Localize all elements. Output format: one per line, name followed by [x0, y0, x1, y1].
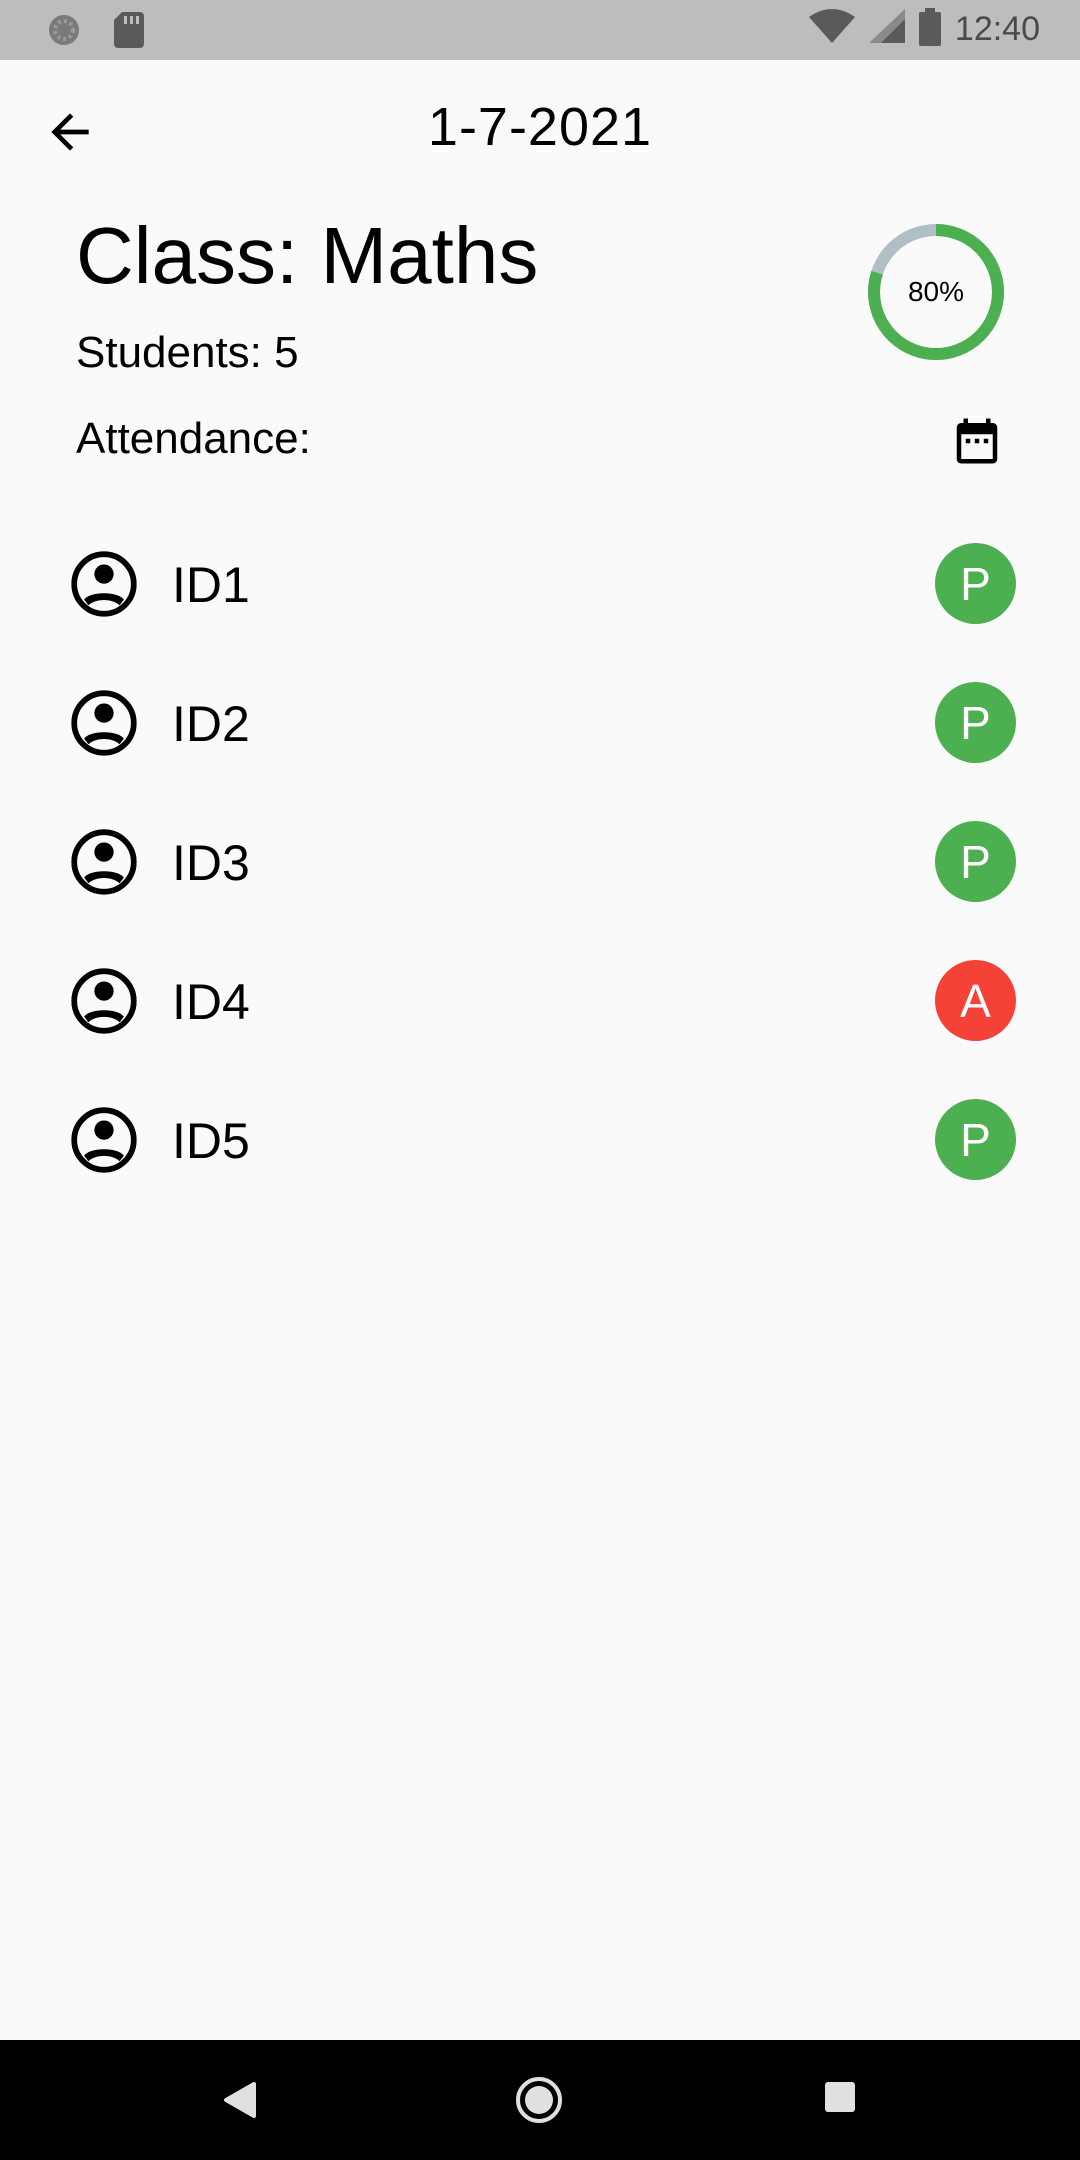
student-id: ID3 [172, 835, 250, 891]
students-count: Students: 5 [76, 328, 299, 377]
account-circle-icon [70, 1106, 138, 1174]
student-row[interactable]: ID1 P [0, 514, 1080, 653]
attendance-status-badge[interactable]: A [935, 960, 1016, 1041]
page-title: 1-7-2021 [427, 97, 653, 157]
class-title: Class: Maths [76, 211, 539, 300]
student-id: ID5 [172, 1113, 250, 1169]
attendance-status-badge[interactable]: P [935, 543, 1016, 624]
attendance-status-badge[interactable]: P [935, 821, 1016, 902]
back-triangle-icon[interactable] [222, 2080, 258, 2124]
status-time: 12:40 [954, 9, 1040, 48]
account-circle-icon [70, 689, 138, 757]
student-id: ID2 [172, 696, 250, 752]
attendance-status-badge[interactable]: P [935, 1099, 1016, 1180]
settings-icon [46, 12, 82, 52]
calendar-icon [956, 418, 998, 464]
sd-card-icon [114, 12, 144, 52]
student-row[interactable]: ID4 A [0, 931, 1080, 1070]
recents-square-icon[interactable] [823, 2080, 857, 2118]
student-id: ID4 [172, 974, 250, 1030]
student-id: ID1 [172, 557, 250, 613]
battery-icon [918, 8, 941, 50]
status-bar: 12:40 [0, 0, 1080, 60]
home-circle-icon[interactable] [515, 2076, 563, 2128]
attendance-percent: 80% [907, 276, 965, 307]
attendance-status-badge[interactable]: P [935, 682, 1016, 763]
calendar-button[interactable] [950, 414, 1004, 468]
student-row[interactable]: ID5 P [0, 1070, 1080, 1209]
navigation-bar [0, 2040, 1080, 2160]
account-circle-icon [70, 828, 138, 896]
account-circle-icon [70, 550, 138, 618]
wifi-icon [808, 9, 855, 49]
account-circle-icon [70, 967, 138, 1035]
student-list: ID1 P ID2 P ID3 P ID4 A ID5 P [0, 514, 1080, 1209]
student-row[interactable]: ID3 P [0, 792, 1080, 931]
app-bar: 1-7-2021 [0, 60, 1080, 200]
student-row[interactable]: ID2 P [0, 653, 1080, 792]
signal-icon [868, 9, 905, 49]
attendance-label: Attendance: [76, 414, 311, 463]
